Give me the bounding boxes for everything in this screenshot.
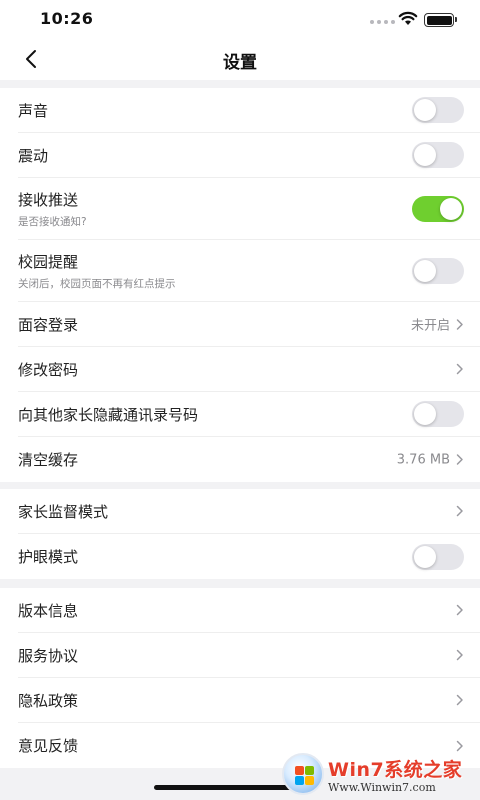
settings-row[interactable]: 版本信息 [18,588,480,633]
toggle-knob [414,144,436,166]
status-bar: 10:26 [0,0,480,38]
row-text: 隐私政策 [18,690,78,711]
signal-icon [370,20,395,24]
row-label: 服务协议 [18,646,79,665]
row-text: 震动 [18,145,48,166]
row-text: 向其他家长隐藏通讯录号码 [18,404,198,425]
toggle-switch[interactable] [412,97,464,123]
toggle-switch[interactable] [412,543,464,570]
row-label: 声音 [18,101,49,120]
row-label: 校园提醒 [18,252,79,271]
row-accessory [456,649,464,661]
row-text: 意见反馈 [18,735,78,756]
row-text: 面容登录 [18,314,78,335]
toggle-knob [414,99,436,121]
row-value: 未开启 [410,318,450,334]
toggle-switch[interactable] [412,195,464,222]
row-text: 声音 [18,100,48,121]
row-text: 家长监督模式 [18,501,108,522]
row-accessory [412,543,464,570]
watermark-brand: Win7系统之家 [328,758,463,781]
row-accessory [412,195,464,222]
toggle-switch[interactable] [412,401,464,427]
windows-logo-icon [282,753,324,795]
chevron-right-icon [456,694,463,706]
row-label: 震动 [18,146,49,165]
toggle-knob [414,545,436,568]
row-label: 家长监督模式 [18,502,109,521]
row-label: 面容登录 [18,315,79,334]
row-label: 护眼模式 [18,548,79,566]
row-label: 修改密码 [18,360,79,379]
row-text: 护眼模式 [18,546,78,567]
chevron-right-icon [456,604,463,616]
settings-group-general: 声音震动接收推送是否接收通知? 校园提醒关闭后，校园页面不再有红点提示面容登录 未开… [0,88,480,482]
toggle-knob [414,259,436,282]
chevron-right-icon [456,505,463,517]
row-value: 3.76 MB [396,452,450,467]
toggle-switch[interactable] [412,257,464,284]
page-title: 设置 [223,53,257,73]
settings-row[interactable]: 修改密码 [18,347,480,392]
row-label: 版本信息 [18,601,79,620]
settings-row[interactable]: 震动 [18,133,480,178]
row-accessory [412,257,464,284]
row-text: 校园提醒关闭后，校园页面不再有红点提示 [18,251,176,291]
watermark: Win7系统之家 Www.Winwin7.com [282,750,478,798]
row-text: 版本信息 [18,600,78,621]
watermark-url: Www.Winwin7.com [328,780,436,794]
settings-row[interactable]: 隐私政策 [18,678,480,723]
row-text: 清空缓存 [18,449,78,470]
row-text: 服务协议 [18,645,78,666]
settings-row[interactable]: 服务协议 [18,633,480,678]
settings-row[interactable]: 声音 [18,88,480,133]
settings-row[interactable]: 家长监督模式 [18,489,480,534]
chevron-right-icon [456,649,463,661]
status-time: 10:26 [40,9,94,28]
settings-row[interactable]: 面容登录 未开启 [18,302,480,347]
toggle-knob [440,197,462,220]
row-accessory [456,604,464,616]
settings-row[interactable]: 校园提醒关闭后，校园页面不再有红点提示 [18,240,480,302]
row-accessory [456,363,464,375]
wifi-icon [398,11,418,25]
settings-group-about: 版本信息服务协议隐私政策意见反馈 [0,588,480,768]
row-label: 向其他家长隐藏通讯录号码 [18,405,199,424]
settings-row[interactable]: 接收推送是否接收通知? [18,178,480,240]
row-text: 接收推送是否接收通知? [18,189,87,229]
row-accessory: 未开启 [411,315,464,334]
row-sublabel: 是否接收通知? [18,215,87,228]
row-sublabel: 关闭后，校园页面不再有红点提示 [18,277,176,290]
settings-group-modes: 家长监督模式 护眼模式 [0,489,480,579]
settings-row[interactable]: 护眼模式 [18,534,480,579]
row-label: 接收推送 [18,190,79,209]
row-accessory [456,694,464,706]
chevron-right-icon [456,454,463,465]
row-accessory [456,505,464,517]
row-label: 意见反馈 [18,737,79,755]
settings-row[interactable]: 向其他家长隐藏通讯录号码 [18,392,480,437]
battery-icon [424,13,457,27]
settings-row[interactable]: 清空缓存 3.76 MB [18,437,480,482]
toggle-switch[interactable] [412,142,464,168]
chevron-right-icon [456,363,463,375]
nav-bar: 设置 [0,38,480,80]
row-accessory [412,97,464,123]
row-label: 清空缓存 [18,451,79,469]
row-accessory [412,142,464,168]
row-text: 修改密码 [18,359,78,380]
row-accessory: 3.76 MB [397,452,464,467]
row-accessory [412,401,464,427]
chevron-right-icon [456,318,463,330]
toggle-knob [414,403,436,425]
row-label: 隐私政策 [18,691,79,710]
